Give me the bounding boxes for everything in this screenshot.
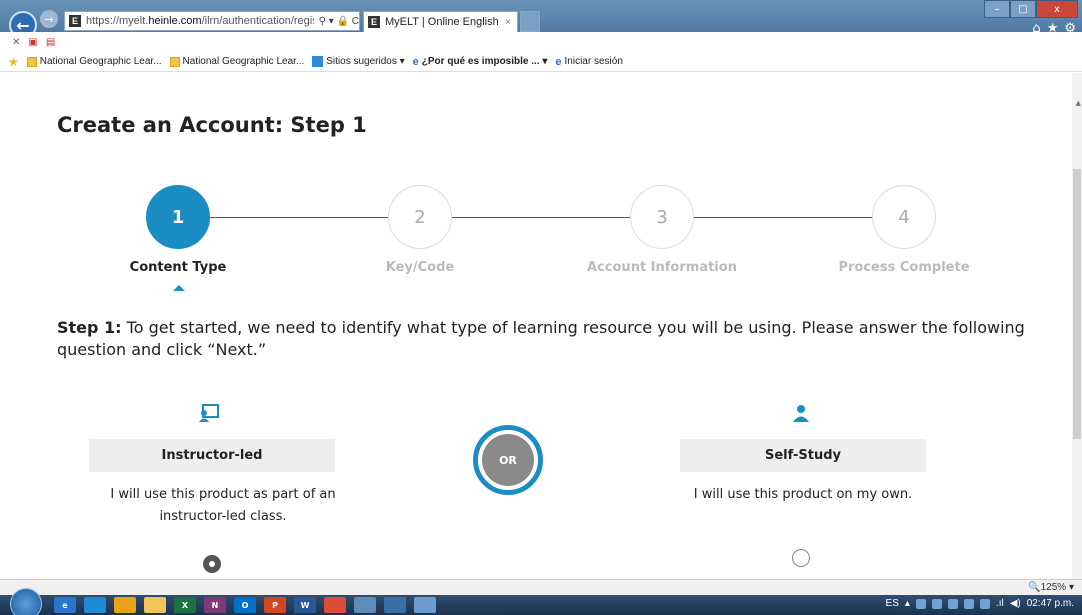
step-3-label: Account Information xyxy=(587,260,737,275)
step-2-circle: 2 xyxy=(388,185,452,249)
volume-icon[interactable]: ◀) xyxy=(1010,598,1021,609)
vertical-scrollbar[interactable]: ▲ xyxy=(1072,73,1082,579)
tab-close-icon[interactable]: × xyxy=(505,17,511,28)
maximize-button[interactable]: □ xyxy=(1010,0,1036,18)
or-label: OR xyxy=(482,434,534,486)
favorites-star-icon[interactable]: ★ xyxy=(8,55,19,69)
stepper-line xyxy=(452,217,632,218)
favorite-item[interactable]: e ¿Por qué es imposible ... ▾ xyxy=(413,56,548,68)
status-bar: 🔍125% ▾ xyxy=(0,579,1082,595)
tray-expand-icon[interactable]: ▴ xyxy=(905,598,910,609)
tab-title: MyELT | Online English Lan... xyxy=(385,16,500,28)
site-icon: E xyxy=(69,15,81,27)
ie-taskbar-icon[interactable]: e xyxy=(54,597,76,613)
window-taskbar-icon[interactable] xyxy=(354,597,376,613)
pdf-icon[interactable]: ▣ xyxy=(28,37,37,48)
zoom-level[interactable]: 🔍125% ▾ xyxy=(1028,582,1074,593)
active-step-caret-icon xyxy=(173,285,185,291)
clock[interactable]: 02:47 p.m. xyxy=(1027,598,1074,609)
address-action-icons[interactable]: ⚲ ▾ 🔒 C xyxy=(319,16,359,27)
self-study-description: I will use this product on my own. xyxy=(693,487,913,502)
start-button[interactable] xyxy=(10,588,42,615)
url-text[interactable]: https://myelt.heinle.com/ilrn/authentica… xyxy=(86,15,314,27)
step-3-circle: 3 xyxy=(630,185,694,249)
minimize-button[interactable]: – xyxy=(984,0,1010,18)
tray-icon[interactable] xyxy=(947,598,958,609)
scroll-up-arrow-icon[interactable]: ▲ xyxy=(1076,99,1081,107)
instructor-led-icon xyxy=(199,404,219,426)
tray-icon[interactable] xyxy=(963,598,974,609)
step-4-label: Process Complete xyxy=(838,260,970,275)
favorites-bar: ★ National Geographic Lear... National G… xyxy=(0,52,1082,72)
taskbar: e XNOPW ES ▴ .ıl ◀) 02:47 p.m. xyxy=(0,588,1082,615)
step-instructions: Step 1: To get started, we need to ident… xyxy=(57,318,1025,359)
app-taskbar-icon[interactable] xyxy=(84,597,106,613)
powerpoint-taskbar-icon[interactable]: P xyxy=(264,597,286,613)
favorite-item[interactable]: National Geographic Lear... xyxy=(169,56,304,67)
language-indicator[interactable]: ES xyxy=(886,598,899,609)
address-bar[interactable]: E https://myelt.heinle.com/ilrn/authenti… xyxy=(64,11,360,31)
ie-icon: e xyxy=(412,55,419,68)
instructor-led-radio[interactable] xyxy=(203,555,221,573)
self-study-person-icon xyxy=(793,404,809,426)
self-study-radio[interactable] xyxy=(792,549,810,567)
folder-icon xyxy=(26,56,37,67)
step-4-circle: 4 xyxy=(872,185,936,249)
close-toolbar-icon[interactable]: ✕ xyxy=(12,37,20,48)
tray-icon[interactable] xyxy=(979,598,990,609)
word-taskbar-icon[interactable]: W xyxy=(294,597,316,613)
tray-icon[interactable] xyxy=(931,598,942,609)
toolbar-addon-icon[interactable]: ▤ xyxy=(46,37,55,48)
tray-icon[interactable] xyxy=(915,598,926,609)
new-tab-button[interactable] xyxy=(520,11,540,32)
favorite-item[interactable]: Sitios sugeridos ▾ xyxy=(312,56,405,67)
signal-icon[interactable]: .ıl xyxy=(996,598,1004,609)
tab-myelt[interactable]: E MyELT | Online English Lan... × xyxy=(363,11,518,32)
outlook-taskbar-icon[interactable]: O xyxy=(234,597,256,613)
explorer-taskbar-icon[interactable] xyxy=(144,597,166,613)
favorite-item[interactable]: e Iniciar sesión xyxy=(555,56,622,68)
or-divider: OR xyxy=(473,425,543,495)
taskbar-apps: e XNOPW xyxy=(54,597,436,613)
window-controls: – □ x xyxy=(984,0,1078,18)
system-tray: ES ▴ .ıl ◀) 02:47 p.m. xyxy=(886,598,1074,609)
excel-taskbar-icon[interactable]: X xyxy=(174,597,196,613)
suggested-sites-icon xyxy=(312,56,324,67)
tab-site-icon: E xyxy=(368,16,380,28)
stepper-line xyxy=(694,217,874,218)
stepper-line xyxy=(210,217,390,218)
page-title: Create an Account: Step 1 xyxy=(57,113,367,137)
chrome-taskbar-icon[interactable] xyxy=(114,597,136,613)
ie-icon: e xyxy=(555,55,562,68)
self-study-button[interactable]: Self-Study xyxy=(680,439,926,472)
scroll-thumb[interactable] xyxy=(1073,169,1081,439)
browser-titlebar: ← → E https://myelt.heinle.com/ilrn/auth… xyxy=(0,0,1082,39)
step-1-label: Content Type xyxy=(129,260,227,275)
forward-button[interactable]: → xyxy=(40,10,58,28)
onenote-taskbar-icon[interactable]: N xyxy=(204,597,226,613)
media-taskbar-icon[interactable] xyxy=(384,597,406,613)
step-1-circle: 1 xyxy=(146,185,210,249)
folder-icon xyxy=(169,56,180,67)
chrome2-taskbar-icon[interactable] xyxy=(324,597,346,613)
close-button[interactable]: x xyxy=(1036,0,1078,18)
instructor-led-description: I will use this product as part of an in… xyxy=(110,487,336,524)
step-2-label: Key/Code xyxy=(385,260,455,275)
screen-taskbar-icon[interactable] xyxy=(414,597,436,613)
instructor-led-button[interactable]: Instructor-led xyxy=(89,439,335,472)
page-content: Create an Account: Step 1 1 2 3 4 Conten… xyxy=(0,73,1082,579)
favorite-item[interactable]: National Geographic Lear... xyxy=(26,56,162,67)
addon-toolbar: ✕ ▣ ▤ xyxy=(0,32,1082,52)
